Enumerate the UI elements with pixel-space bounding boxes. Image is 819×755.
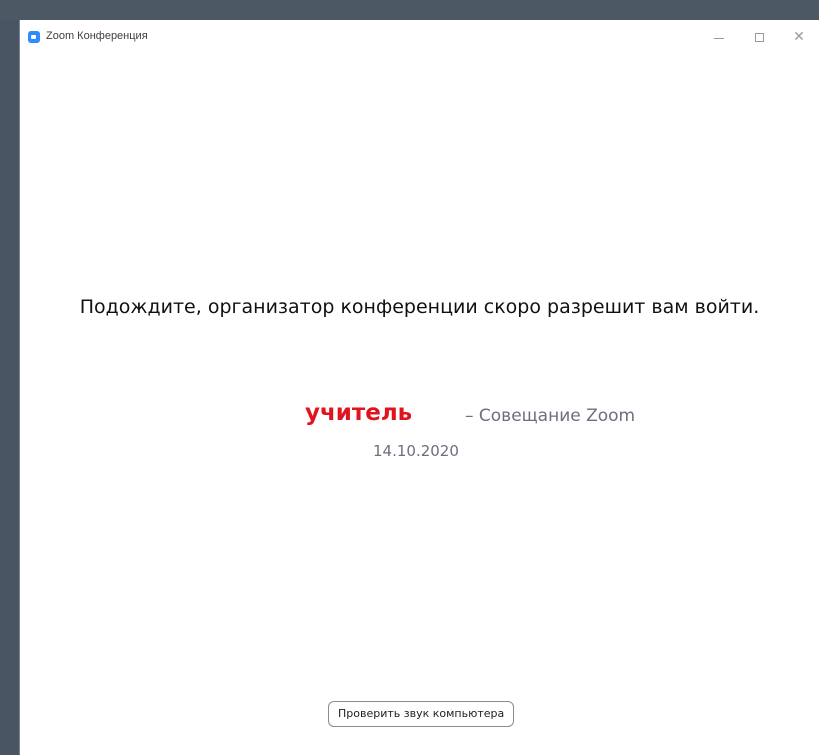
meeting-info: учитель – Совещание Zoom [20,400,819,434]
minimize-button[interactable] [699,20,739,54]
maximize-icon [754,32,764,42]
host-name: учитель [305,400,413,426]
zoom-camera-icon [28,31,40,43]
close-button[interactable]: ✕ [779,20,819,54]
window-controls: ✕ [699,20,819,54]
title-bar[interactable]: Zoom Конференция ✕ [20,20,819,54]
test-computer-audio-button[interactable]: Проверить звук компьютера [328,701,515,727]
meeting-topic: – Совещание Zoom [465,406,636,426]
window-title: Zoom Конференция [46,30,148,42]
minimize-icon [714,37,724,39]
maximize-button[interactable] [739,20,779,54]
close-icon: ✕ [793,29,805,45]
desktop-background [0,0,819,20]
waiting-message: Подождите, организатор конференции скоро… [79,296,760,318]
meeting-date: 14.10.2020 [373,442,459,460]
zoom-window: Zoom Конференция ✕ Подождите, организато… [19,20,819,755]
